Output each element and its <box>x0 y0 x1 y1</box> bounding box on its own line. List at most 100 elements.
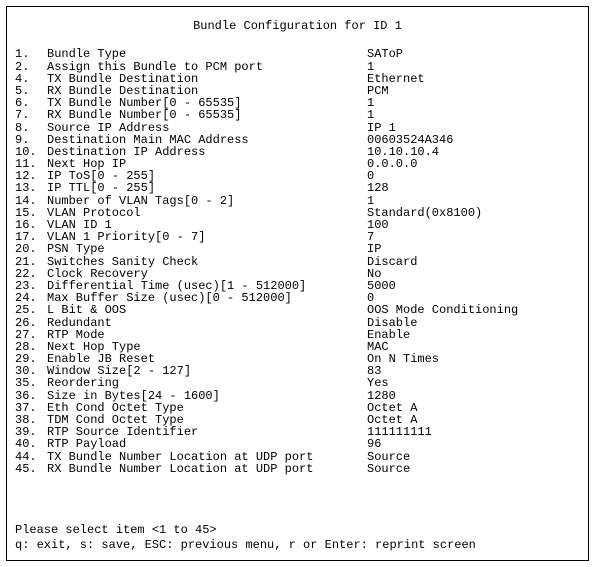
config-row[interactable]: 16.VLAN ID 1100 <box>15 218 580 230</box>
row-value: 83 <box>367 364 580 376</box>
row-label: RTP Source Identifier <box>47 425 367 437</box>
row-value: IP <box>367 242 580 254</box>
row-value: 1 <box>367 194 580 206</box>
config-row[interactable]: 36.Size in Bytes[24 - 1600]1280 <box>15 389 580 401</box>
row-label: PSN Type <box>47 242 367 254</box>
row-number: 20. <box>15 242 47 254</box>
row-label: Destination IP Address <box>47 145 367 157</box>
row-label: Clock Recovery <box>47 267 367 279</box>
row-number: 39. <box>15 425 47 437</box>
row-label: L Bit & OOS <box>47 303 367 315</box>
config-row[interactable]: 4.TX Bundle DestinationEthernet <box>15 72 580 84</box>
row-label: Redundant <box>47 316 367 328</box>
config-row[interactable]: 22.Clock RecoveryNo <box>15 267 580 279</box>
key-help: q: exit, s: save, ESC: previous menu, r … <box>15 538 476 552</box>
row-number: 16. <box>15 218 47 230</box>
row-number: 8. <box>15 121 47 133</box>
config-row[interactable]: 9.Destination Main MAC Address00603524A3… <box>15 133 580 145</box>
config-row[interactable]: 23.Differential Time (usec)[1 - 512000]5… <box>15 279 580 291</box>
config-row[interactable]: 38.TDM Cond Octet TypeOctet A <box>15 413 580 425</box>
row-label: Next Hop IP <box>47 157 367 169</box>
config-row[interactable]: 2.Assign this Bundle to PCM port1 <box>15 60 580 72</box>
row-value: Standard(0x8100) <box>367 206 580 218</box>
row-number: 29. <box>15 352 47 364</box>
config-row[interactable]: 20.PSN TypeIP <box>15 242 580 254</box>
config-row[interactable]: 12.IP ToS[0 - 255]0 <box>15 169 580 181</box>
config-row[interactable]: 6.TX Bundle Number[0 - 65535]1 <box>15 96 580 108</box>
row-label: RX Bundle Number Location at UDP port <box>47 462 367 474</box>
row-label: Differential Time (usec)[1 - 512000] <box>47 279 367 291</box>
row-number: 9. <box>15 133 47 145</box>
row-label: Window Size[2 - 127] <box>47 364 367 376</box>
row-number: 44. <box>15 450 47 462</box>
row-value: 100 <box>367 218 580 230</box>
row-label: RX Bundle Number[0 - 65535] <box>47 108 367 120</box>
row-label: TX Bundle Number Location at UDP port <box>47 450 367 462</box>
config-row[interactable]: 21.Switches Sanity CheckDiscard <box>15 255 580 267</box>
config-row[interactable]: 40.RTP Payload96 <box>15 437 580 449</box>
row-number: 2. <box>15 60 47 72</box>
row-label: VLAN Protocol <box>47 206 367 218</box>
row-value: 5000 <box>367 279 580 291</box>
row-value: 1 <box>367 60 580 72</box>
row-number: 38. <box>15 413 47 425</box>
config-row[interactable]: 5.RX Bundle DestinationPCM <box>15 84 580 96</box>
row-value: MAC <box>367 340 580 352</box>
row-value: SAToP <box>367 47 580 59</box>
row-label: IP TTL[0 - 255] <box>47 181 367 193</box>
row-value: Octet A <box>367 413 580 425</box>
row-value: Octet A <box>367 401 580 413</box>
config-row[interactable]: 26.RedundantDisable <box>15 316 580 328</box>
config-row[interactable]: 14.Number of VLAN Tags[0 - 2]1 <box>15 194 580 206</box>
row-number: 22. <box>15 267 47 279</box>
config-row[interactable]: 17.VLAN 1 Priority[0 - 7]7 <box>15 230 580 242</box>
config-row[interactable]: 29.Enable JB ResetOn N Times <box>15 352 580 364</box>
row-value: 00603524A346 <box>367 133 580 145</box>
row-number: 27. <box>15 328 47 340</box>
config-row[interactable]: 7.RX Bundle Number[0 - 65535]1 <box>15 108 580 120</box>
config-row[interactable]: 30.Window Size[2 - 127]83 <box>15 364 580 376</box>
row-number: 25. <box>15 303 47 315</box>
config-row[interactable]: 24.Max Buffer Size (usec)[0 - 512000]0 <box>15 291 580 303</box>
row-value: PCM <box>367 84 580 96</box>
config-row[interactable]: 45.RX Bundle Number Location at UDP port… <box>15 462 580 474</box>
config-row[interactable]: 25.L Bit & OOSOOS Mode Conditioning <box>15 303 580 315</box>
config-row[interactable]: 1.Bundle TypeSAToP <box>15 47 580 59</box>
row-number: 45. <box>15 462 47 474</box>
row-label: VLAN ID 1 <box>47 218 367 230</box>
row-number: 17. <box>15 230 47 242</box>
config-row[interactable]: 10.Destination IP Address10.10.10.4 <box>15 145 580 157</box>
row-number: 24. <box>15 291 47 303</box>
row-value: 1 <box>367 108 580 120</box>
row-number: 26. <box>15 316 47 328</box>
config-row[interactable]: 8.Source IP AddressIP 1 <box>15 121 580 133</box>
row-label: Size in Bytes[24 - 1600] <box>47 389 367 401</box>
row-value: OOS Mode Conditioning <box>367 303 580 315</box>
config-screen: Bundle Configuration for ID 1 1.Bundle T… <box>6 6 589 561</box>
row-label: RTP Mode <box>47 328 367 340</box>
row-number: 28. <box>15 340 47 352</box>
row-label: Reordering <box>47 376 367 388</box>
config-row[interactable]: 27.RTP ModeEnable <box>15 328 580 340</box>
row-number: 30. <box>15 364 47 376</box>
row-value: 7 <box>367 230 580 242</box>
row-value: On N Times <box>367 352 580 364</box>
row-value: 0 <box>367 169 580 181</box>
row-value: 0.0.0.0 <box>367 157 580 169</box>
config-row[interactable]: 35.ReorderingYes <box>15 376 580 388</box>
row-value: IP 1 <box>367 121 580 133</box>
row-label: Switches Sanity Check <box>47 255 367 267</box>
row-label: Number of VLAN Tags[0 - 2] <box>47 194 367 206</box>
row-number: 5. <box>15 84 47 96</box>
config-row[interactable]: 39.RTP Source Identifier111111111 <box>15 425 580 437</box>
config-row[interactable]: 37.Eth Cond Octet TypeOctet A <box>15 401 580 413</box>
config-row[interactable]: 11.Next Hop IP0.0.0.0 <box>15 157 580 169</box>
row-number: 4. <box>15 72 47 84</box>
row-number: 14. <box>15 194 47 206</box>
config-row[interactable]: 28.Next Hop TypeMAC <box>15 340 580 352</box>
row-value: Source <box>367 462 580 474</box>
config-row[interactable]: 13.IP TTL[0 - 255]128 <box>15 181 580 193</box>
config-row[interactable]: 15.VLAN ProtocolStandard(0x8100) <box>15 206 580 218</box>
config-row[interactable]: 44.TX Bundle Number Location at UDP port… <box>15 450 580 462</box>
row-number: 21. <box>15 255 47 267</box>
